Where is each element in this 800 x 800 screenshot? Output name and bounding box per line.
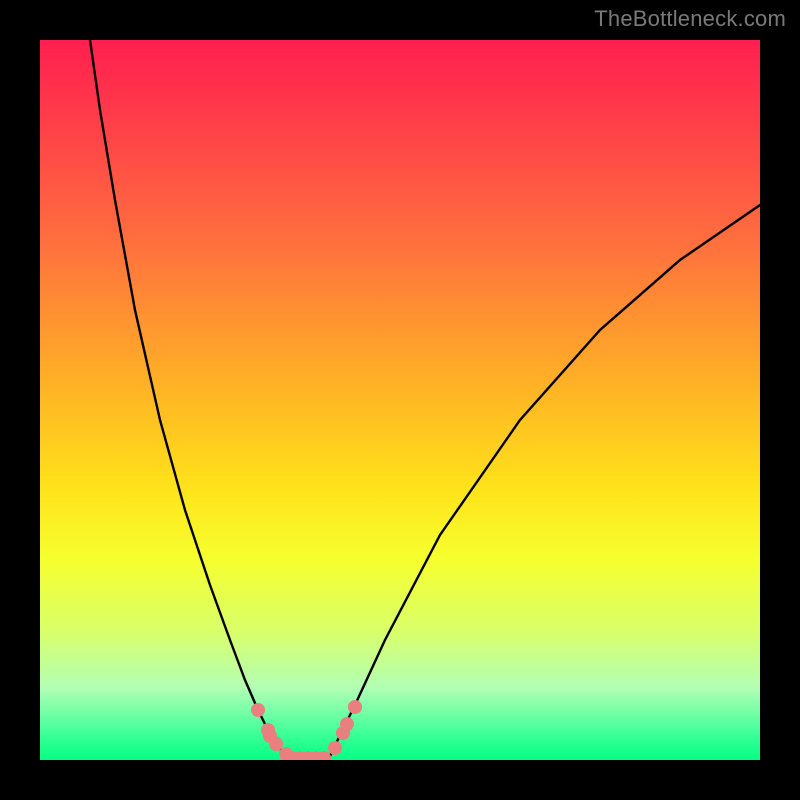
data-marker: [348, 700, 362, 714]
data-marker: [269, 737, 283, 751]
curve-left-branch: [90, 40, 292, 760]
marker-group: [251, 700, 362, 760]
curve-right-branch: [328, 205, 760, 760]
plot-area: [40, 40, 760, 760]
data-marker: [328, 741, 342, 755]
chart-overlay: [40, 40, 760, 760]
watermark-text: TheBottleneck.com: [594, 6, 786, 32]
data-marker: [340, 717, 354, 731]
data-marker: [251, 703, 265, 717]
outer-frame: TheBottleneck.com: [0, 0, 800, 800]
